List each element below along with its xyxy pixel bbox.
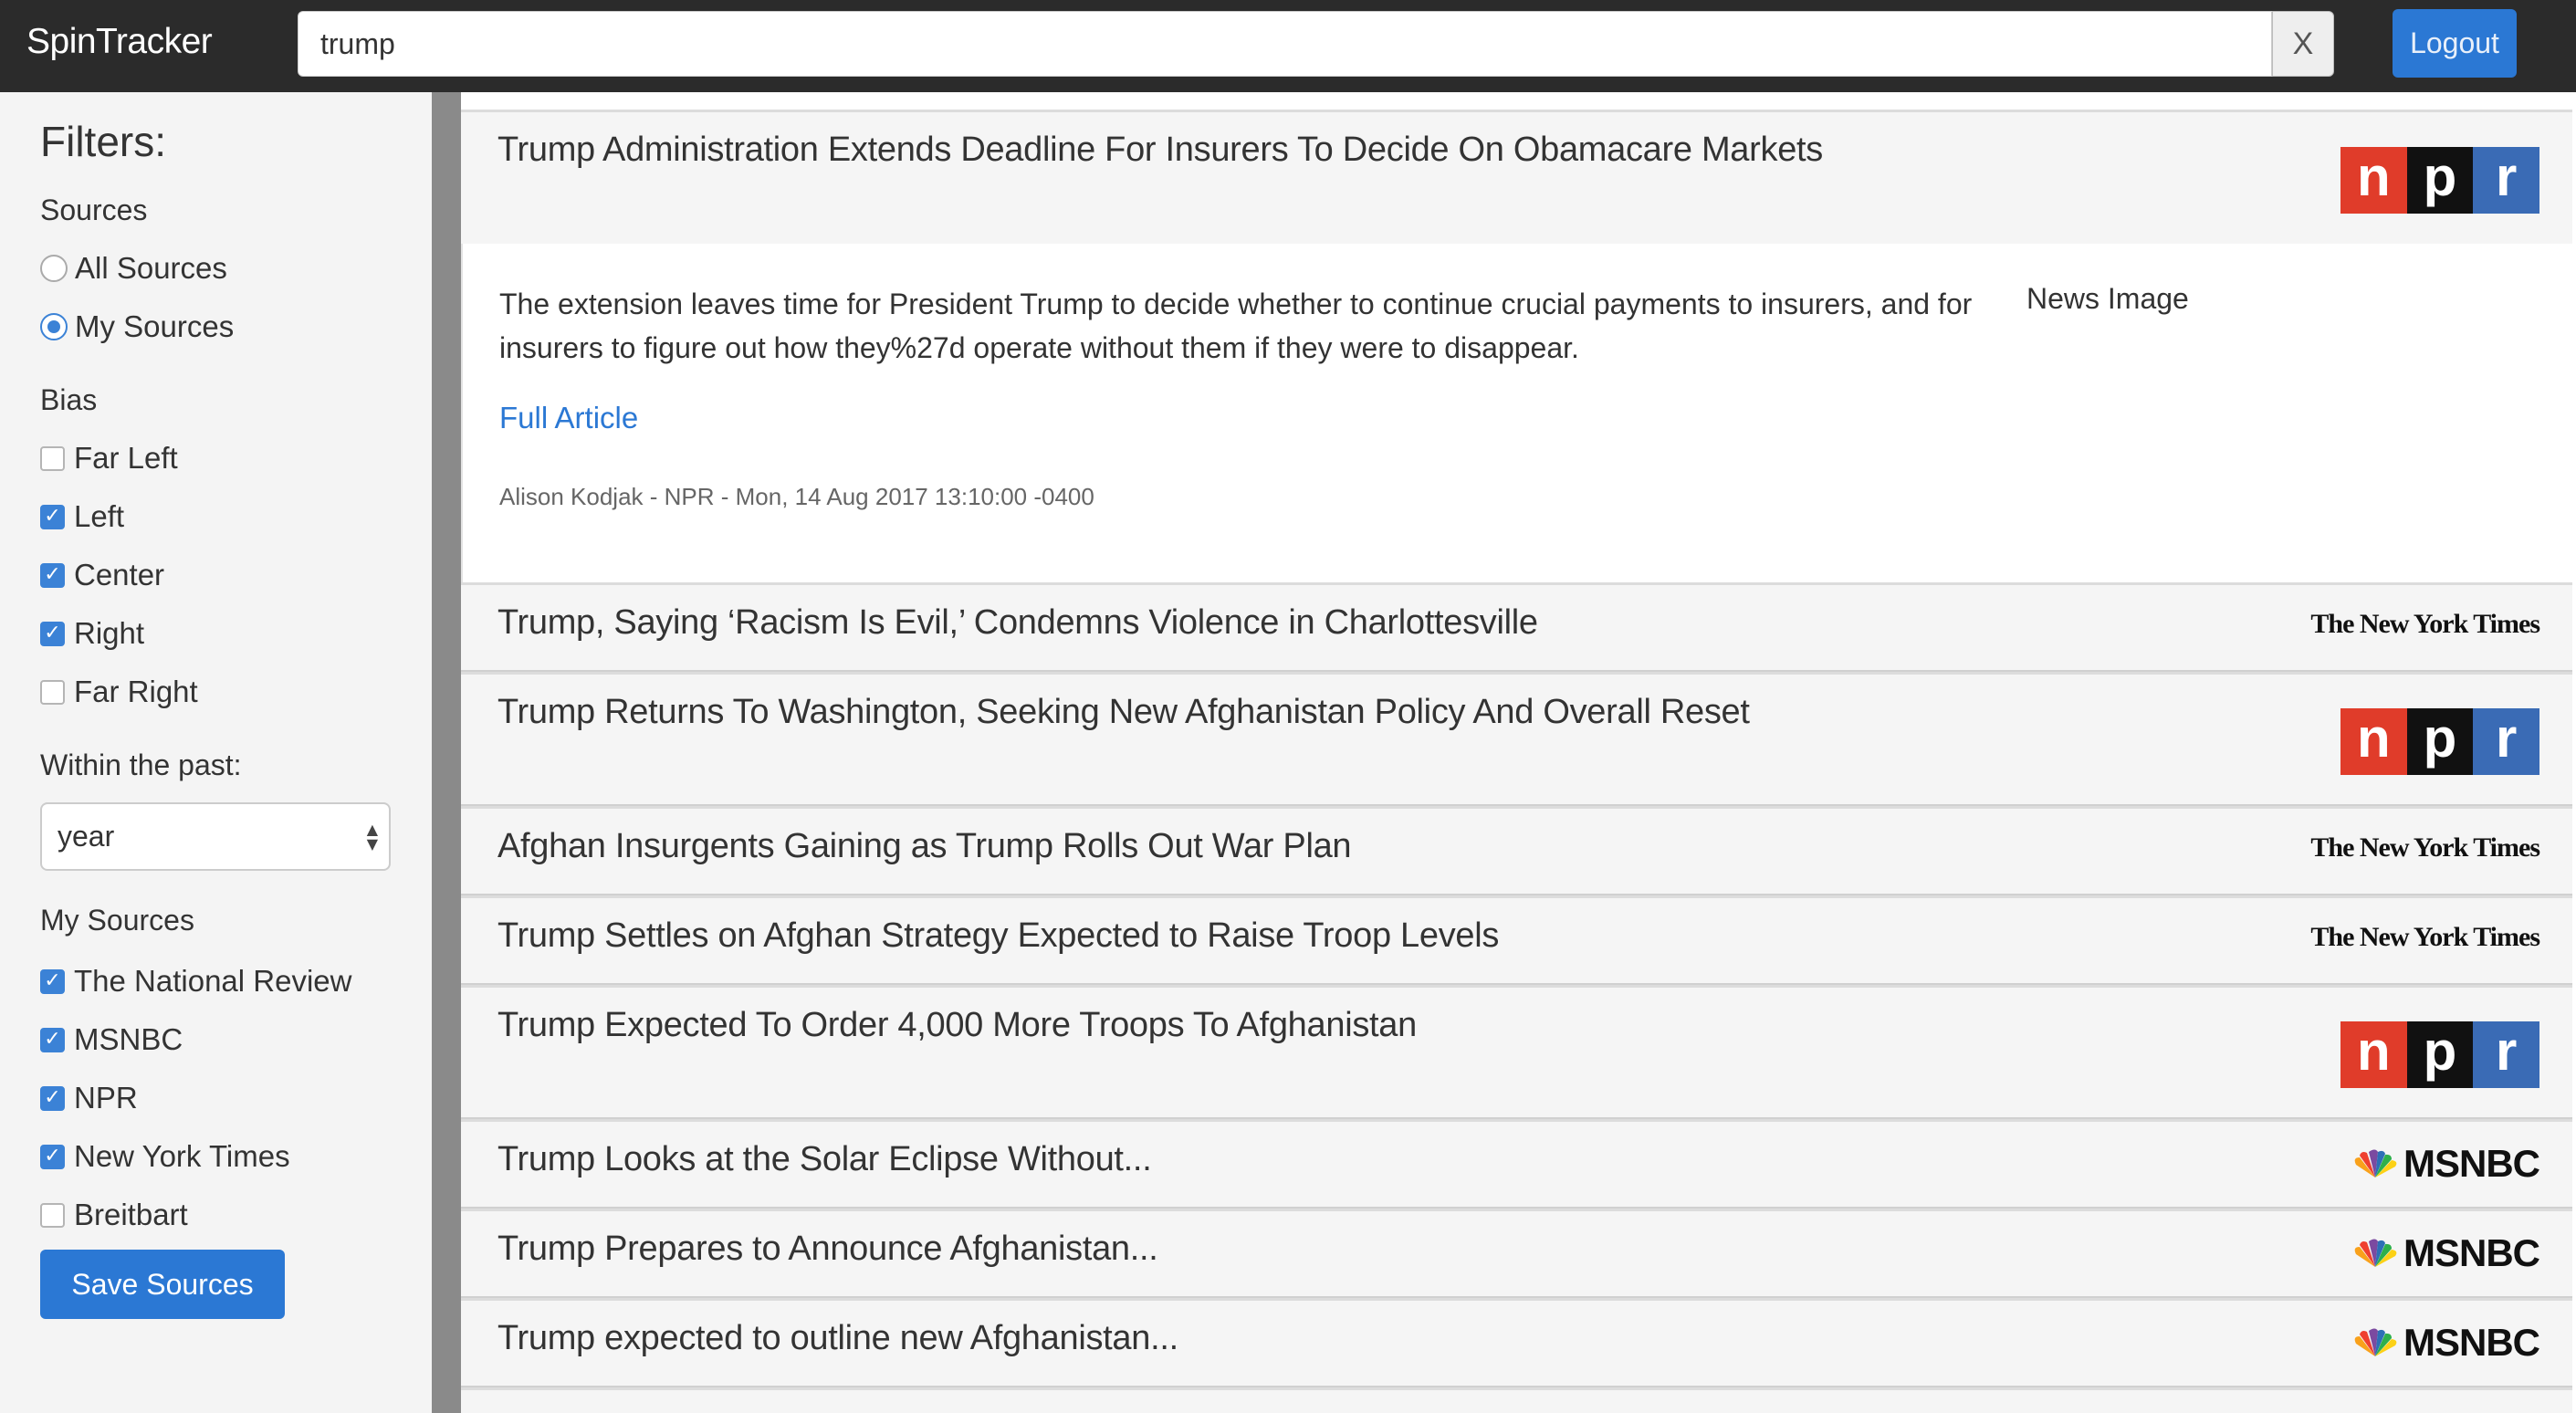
checkbox-npr[interactable]: NPR	[40, 1080, 138, 1116]
article-list: Trump Administration Extends Deadline Fo…	[461, 92, 2576, 1413]
my-sources-label: My Sources	[40, 904, 194, 937]
checkbox-national-review[interactable]: The National Review	[40, 963, 351, 1000]
article-card[interactable]: Trump Expected To Order 4,000 More Troop…	[461, 985, 2572, 1119]
radio-label: My Sources	[75, 309, 235, 343]
checkbox[interactable]	[40, 621, 65, 646]
peacock-icon	[2354, 1149, 2397, 1178]
article-description: The extension leaves time for President …	[499, 288, 1973, 364]
msnbc-logo: MSNBC	[2351, 1231, 2540, 1275]
checkbox-label: Right	[74, 616, 145, 650]
nyt-logo: The New York Times	[2310, 832, 2540, 863]
checkbox-breitbart[interactable]: Breitbart	[40, 1197, 188, 1233]
checkbox-label: Left	[74, 499, 125, 533]
article-title[interactable]: Trump Settles on Afghan Strategy Expecte…	[497, 916, 1499, 956]
article-title[interactable]: Trump Expected To Order 4,000 More Troop…	[497, 1006, 1417, 1045]
checkbox-right[interactable]: Right	[40, 615, 144, 652]
nyt-logo: The New York Times	[2310, 609, 2540, 639]
checkbox[interactable]	[40, 1027, 65, 1052]
time-range-select[interactable]: year ▲ ▼	[40, 802, 391, 871]
checkbox-far-right[interactable]: Far Right	[40, 674, 198, 710]
msnbc-logo: MSNBC	[2351, 1142, 2540, 1186]
checkbox[interactable]	[40, 1085, 65, 1111]
checkbox-label: Center	[74, 558, 165, 591]
article-title[interactable]: Trump Looks at the Solar Eclipse Without…	[497, 1140, 1152, 1179]
radio-button[interactable]	[40, 255, 68, 282]
checkbox[interactable]	[40, 445, 65, 471]
checkbox[interactable]	[40, 679, 65, 705]
app-brand[interactable]: SpinTracker	[26, 22, 213, 62]
checkbox-label: Far Left	[74, 441, 178, 475]
msnbc-logo: MSNBC	[2351, 1321, 2540, 1365]
sources-label: Sources	[40, 194, 148, 226]
npr-logo: npr	[2340, 707, 2540, 775]
checkbox-label: The National Review	[74, 964, 352, 998]
article-title[interactable]: Afghan Insurgents Gaining as Trump Rolls…	[497, 827, 1352, 866]
radio-my-sources[interactable]: My Sources	[40, 309, 234, 345]
radio-label: All Sources	[75, 251, 227, 285]
top-navbar: SpinTracker X Logout	[0, 0, 2576, 92]
checkbox-left[interactable]: Left	[40, 498, 124, 535]
full-article-link[interactable]: Full Article	[499, 401, 638, 435]
clear-search-button[interactable]: X	[2272, 11, 2334, 77]
article-card[interactable]: Trump Prepares to Announce Afghanistan..…	[461, 1209, 2572, 1298]
article-card[interactable]: Trump, Saying ‘Racism Is Evil,’ Condemns…	[461, 582, 2572, 672]
npr-logo: npr	[2340, 146, 2540, 214]
article-card[interactable]	[461, 1387, 2572, 1413]
checkbox[interactable]	[40, 562, 65, 588]
logout-button[interactable]: Logout	[2393, 9, 2517, 78]
article-detail: The extension leaves time for President …	[461, 244, 2572, 583]
article-byline: Alison Kodjak - NPR - Mon, 14 Aug 2017 1…	[499, 483, 1094, 510]
checkbox[interactable]	[40, 504, 65, 529]
npr-logo: npr	[2340, 1020, 2540, 1088]
article-card[interactable]: Trump Looks at the Solar Eclipse Without…	[461, 1119, 2572, 1209]
article-title[interactable]: Trump expected to outline new Afghanista…	[497, 1319, 1178, 1358]
radio-button[interactable]	[40, 313, 68, 340]
article-title[interactable]: Trump Prepares to Announce Afghanistan..…	[497, 1230, 1158, 1269]
checkbox-label: MSNBC	[74, 1022, 183, 1056]
article-card[interactable]: Trump Returns To Washington, Seeking New…	[461, 672, 2572, 806]
article-title[interactable]: Trump Returns To Washington, Seeking New…	[497, 693, 1750, 732]
checkbox-label: Breitbart	[74, 1198, 188, 1231]
select-value: year	[58, 820, 115, 853]
checkbox-center[interactable]: Center	[40, 557, 164, 593]
checkbox[interactable]	[40, 1144, 65, 1169]
checkbox-nyt[interactable]: New York Times	[40, 1138, 290, 1175]
checkbox-label: New York Times	[74, 1139, 290, 1173]
article-title[interactable]: Trump Administration Extends Deadline Fo…	[497, 131, 1823, 170]
filters-title: Filters:	[40, 118, 166, 165]
checkbox-msnbc[interactable]: MSNBC	[40, 1021, 183, 1058]
article-card[interactable]: Trump expected to outline new Afghanista…	[461, 1298, 2572, 1387]
bias-label: Bias	[40, 383, 98, 416]
checkbox[interactable]	[40, 968, 65, 994]
article-card[interactable]: Afghan Insurgents Gaining as Trump Rolls…	[461, 806, 2572, 895]
peacock-icon	[2354, 1239, 2397, 1267]
checkbox-label: Far Right	[74, 675, 198, 708]
sidebar-divider	[432, 92, 461, 1413]
article-card[interactable]: Trump Settles on Afghan Strategy Expecte…	[461, 895, 2572, 985]
checkbox-label: NPR	[74, 1081, 138, 1115]
peacock-icon	[2354, 1328, 2397, 1356]
save-sources-button[interactable]: Save Sources	[40, 1250, 285, 1319]
article-card[interactable]: Trump Administration Extends Deadline Fo…	[461, 110, 2572, 246]
radio-all-sources[interactable]: All Sources	[40, 250, 227, 287]
search-input[interactable]	[298, 11, 2272, 77]
nyt-logo: The New York Times	[2310, 922, 2540, 952]
within-past-label: Within the past:	[40, 748, 242, 781]
article-title[interactable]: Trump, Saying ‘Racism Is Evil,’ Condemns…	[497, 603, 1538, 643]
checkbox[interactable]	[40, 1202, 65, 1228]
select-arrows-icon: ▲ ▼	[366, 821, 378, 853]
checkbox-far-left[interactable]: Far Left	[40, 440, 178, 476]
news-image: News Image	[2026, 282, 2189, 315]
